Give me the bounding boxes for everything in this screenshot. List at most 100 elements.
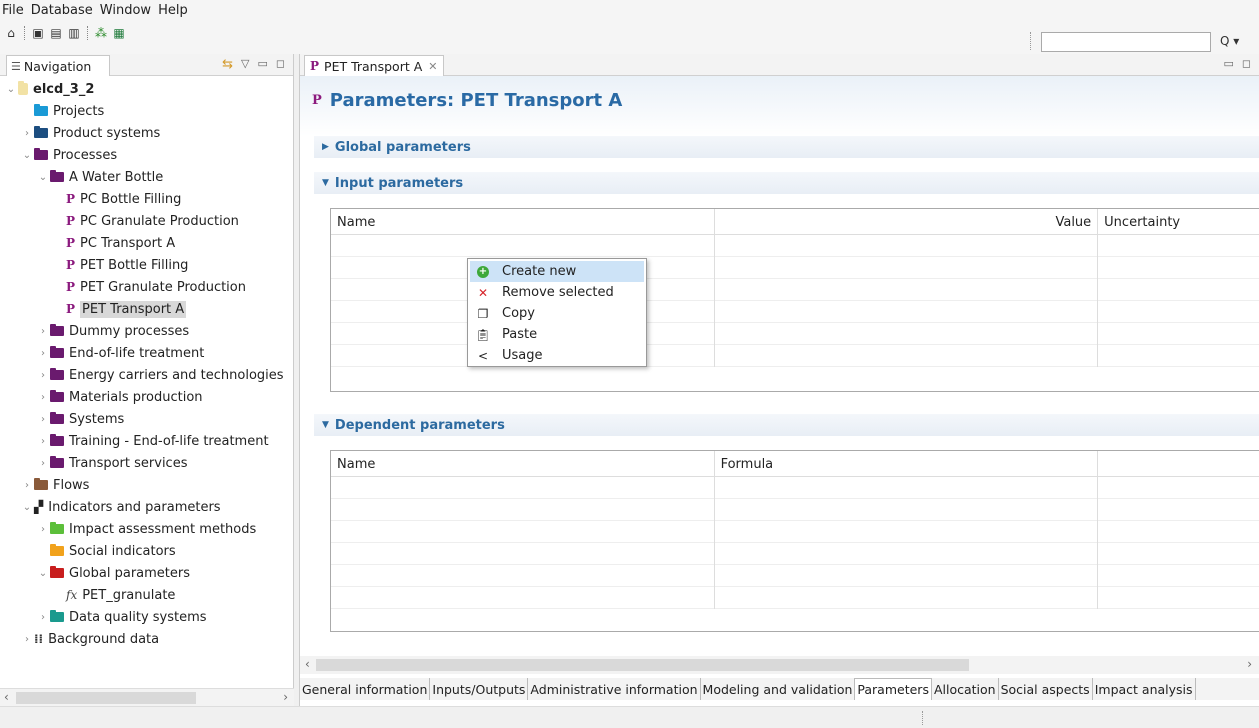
- page-tab-allocation[interactable]: Allocation: [932, 678, 999, 700]
- tree-item[interactable]: › Systems: [0, 408, 293, 430]
- editor-tab[interactable]: P PET Transport A ✕: [304, 55, 444, 76]
- save-icon[interactable]: ▣: [31, 26, 45, 40]
- column-uncertainty[interactable]: Uncertainty: [1098, 209, 1259, 235]
- table-cell[interactable]: [331, 543, 715, 565]
- column-name[interactable]: Name: [331, 209, 715, 235]
- tree-item[interactable]: P PC Granulate Production: [0, 210, 293, 232]
- chevron-down-icon[interactable]: ⌄: [36, 172, 50, 183]
- search-input[interactable]: [1041, 32, 1211, 52]
- page-tab-social-aspects[interactable]: Social aspects: [999, 678, 1093, 700]
- navigation-tab[interactable]: ☰ Navigation: [6, 55, 110, 76]
- chevron-right-icon[interactable]: ›: [36, 414, 50, 425]
- tree-item[interactable]: ⌄ ▞ Indicators and parameters: [0, 496, 293, 518]
- chevron-right-icon[interactable]: ›: [36, 524, 50, 535]
- table-row[interactable]: [331, 543, 1259, 565]
- column-value[interactable]: Value: [715, 209, 1099, 235]
- scroll-left-icon[interactable]: ‹: [305, 657, 310, 671]
- tree-item[interactable]: fx PET_granulate: [0, 584, 293, 606]
- tree-item[interactable]: ⌄ Global parameters: [0, 562, 293, 584]
- scrollbar-thumb[interactable]: [16, 692, 196, 704]
- chevron-down-icon[interactable]: ⌄: [4, 84, 18, 95]
- table-cell[interactable]: [1098, 345, 1259, 367]
- chevron-right-icon[interactable]: ›: [20, 128, 34, 139]
- table-row[interactable]: [331, 521, 1259, 543]
- table-cell[interactable]: [1098, 257, 1259, 279]
- chevron-right-icon[interactable]: ›: [20, 634, 34, 645]
- menu-item-paste[interactable]: 📋︎ Paste: [470, 324, 644, 345]
- minimize-icon[interactable]: ▭: [1223, 57, 1233, 70]
- menu-window[interactable]: Window: [100, 3, 151, 18]
- chevron-right-icon[interactable]: ›: [20, 480, 34, 491]
- excel-icon[interactable]: ▦: [112, 26, 126, 40]
- tree-item[interactable]: ⌄ elcd_3_2: [0, 78, 293, 100]
- search-button[interactable]: Q ▾: [1220, 34, 1239, 48]
- scroll-left-icon[interactable]: ‹: [4, 690, 9, 704]
- chevron-down-icon[interactable]: ⌄: [20, 502, 34, 513]
- table-cell[interactable]: [1098, 565, 1259, 587]
- chevron-right-icon[interactable]: ›: [36, 436, 50, 447]
- table-cell[interactable]: [331, 499, 715, 521]
- tree-item[interactable]: › Training - End-of-life treatment: [0, 430, 293, 452]
- tree-item[interactable]: › Dummy processes: [0, 320, 293, 342]
- table-cell[interactable]: [715, 499, 1099, 521]
- link-editor-icon[interactable]: ⇆: [222, 57, 233, 72]
- tree-item[interactable]: › Flows: [0, 474, 293, 496]
- chevron-right-icon[interactable]: ›: [36, 392, 50, 403]
- page-tab-administrative-information[interactable]: Administrative information: [528, 678, 701, 700]
- tree-item[interactable]: › Product systems: [0, 122, 293, 144]
- section-input-parameters[interactable]: ▼ Input parameters: [314, 172, 1259, 194]
- minimize-icon[interactable]: ▭: [257, 57, 267, 72]
- table-cell[interactable]: [331, 565, 715, 587]
- tree-item[interactable]: › Impact assessment methods: [0, 518, 293, 540]
- table-row[interactable]: [331, 499, 1259, 521]
- tree-item[interactable]: › ⁞⁞ Background data: [0, 628, 293, 650]
- table-cell[interactable]: [331, 477, 715, 499]
- menu-database[interactable]: Database: [31, 3, 93, 18]
- tree-item[interactable]: P PET Granulate Production: [0, 276, 293, 298]
- tree-item[interactable]: ⌄ Processes: [0, 144, 293, 166]
- editor-horizontal-scrollbar[interactable]: ‹ ›: [300, 656, 1259, 674]
- table-cell[interactable]: [1098, 477, 1259, 499]
- section-global-parameters[interactable]: ▶ Global parameters: [314, 136, 1259, 158]
- section-dependent-parameters[interactable]: ▼ Dependent parameters: [314, 414, 1259, 436]
- save-as-icon[interactable]: ▤: [49, 26, 63, 40]
- chevron-down-icon[interactable]: ⌄: [20, 150, 34, 161]
- table-cell[interactable]: [715, 543, 1099, 565]
- menu-item-create-new[interactable]: + Create new: [470, 261, 644, 282]
- table-cell[interactable]: [1098, 235, 1259, 257]
- tree-item[interactable]: Social indicators: [0, 540, 293, 562]
- close-icon[interactable]: ✕: [428, 60, 437, 73]
- tree-item[interactable]: › Materials production: [0, 386, 293, 408]
- menu-item-usage[interactable]: < Usage: [470, 345, 644, 366]
- table-cell[interactable]: [715, 279, 1099, 301]
- page-tab-modeling-and-validation[interactable]: Modeling and validation: [701, 678, 856, 700]
- tree-item[interactable]: P PC Bottle Filling: [0, 188, 293, 210]
- tree-item[interactable]: › Transport services: [0, 452, 293, 474]
- table-cell[interactable]: [1098, 499, 1259, 521]
- chevron-right-icon[interactable]: ›: [36, 370, 50, 381]
- table-cell[interactable]: [1098, 301, 1259, 323]
- menu-file[interactable]: File: [2, 3, 24, 18]
- table-cell[interactable]: [1098, 521, 1259, 543]
- table-cell[interactable]: [715, 301, 1099, 323]
- table-row[interactable]: [331, 565, 1259, 587]
- table-cell[interactable]: [1098, 587, 1259, 609]
- table-cell[interactable]: [715, 521, 1099, 543]
- tree-item[interactable]: P PC Transport A: [0, 232, 293, 254]
- tree-item[interactable]: P PET Bottle Filling: [0, 254, 293, 276]
- table-cell[interactable]: [331, 235, 715, 257]
- page-tab-general-information[interactable]: General information: [300, 678, 431, 700]
- column-empty[interactable]: [1098, 451, 1259, 477]
- column-formula[interactable]: Formula: [715, 451, 1099, 477]
- table-cell[interactable]: [331, 587, 715, 609]
- table-cell[interactable]: [1098, 543, 1259, 565]
- menu-help[interactable]: Help: [158, 3, 188, 18]
- tree-item[interactable]: Projects: [0, 100, 293, 122]
- table-cell[interactable]: [1098, 279, 1259, 301]
- table-row[interactable]: [331, 235, 1259, 257]
- chevron-down-icon[interactable]: ⌄: [36, 568, 50, 579]
- home-icon[interactable]: ⌂: [4, 26, 18, 40]
- dependent-parameters-table[interactable]: Name Formula: [330, 450, 1259, 632]
- tree-item[interactable]: › End-of-life treatment: [0, 342, 293, 364]
- menu-item-copy[interactable]: ❐ Copy: [470, 303, 644, 324]
